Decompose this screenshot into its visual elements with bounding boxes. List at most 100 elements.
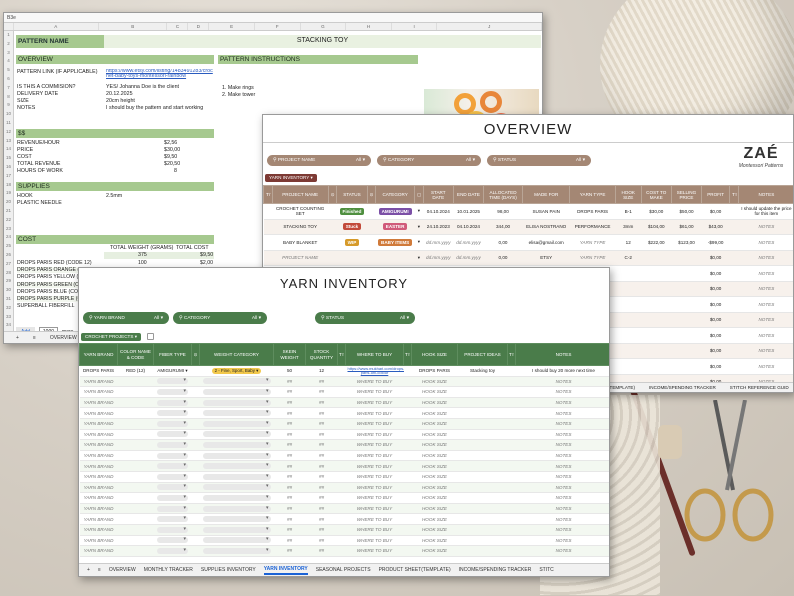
table-row[interactable]: YARN BRAND #### WHERE TO BUY HOOK SIZE NOTES	[79, 535, 609, 547]
weight-category-cell[interactable]	[199, 460, 274, 472]
project-ideas-cell[interactable]	[457, 482, 508, 494]
row-number[interactable]: 4	[4, 57, 13, 66]
col-E[interactable]: E	[209, 23, 255, 30]
cost-cell[interactable]	[641, 250, 672, 266]
row-number[interactable]: 21	[4, 207, 13, 216]
col-C[interactable]: C	[167, 23, 189, 30]
project-ideas-cell[interactable]	[457, 397, 508, 409]
start-date-cell[interactable]: 24.10.2023	[423, 219, 454, 235]
end-date-cell[interactable]: dd.mm.yyyy	[453, 234, 484, 251]
dropdown-control[interactable]	[202, 505, 271, 512]
skein-weight-cell[interactable]: ##	[273, 397, 306, 409]
yarn-brand-cell[interactable]: YARN BRAND	[79, 407, 118, 419]
color-code-cell[interactable]	[117, 439, 154, 451]
column-header[interactable]: PROFIT	[701, 185, 731, 204]
price-cell[interactable]: $123,00	[671, 234, 702, 251]
status-cell[interactable]: Stuck	[336, 219, 368, 235]
dropdown-control[interactable]	[202, 409, 271, 417]
status-cell[interactable]	[336, 250, 368, 266]
notes-cell[interactable]: NOTES	[515, 492, 609, 504]
notes-cell[interactable]: NOTES	[738, 281, 793, 297]
col-A[interactable]: A	[14, 23, 100, 30]
yarn-brand-cell[interactable]: DROPS PARIS	[79, 365, 118, 377]
weight-category-cell[interactable]	[199, 503, 274, 515]
row-number[interactable]: 3	[4, 49, 13, 58]
fiber-type-cell[interactable]	[153, 492, 192, 504]
yarn-brand-cell[interactable]: YARN BRAND	[79, 513, 118, 525]
sheet-tab[interactable]: SUPPLIES INVENTORY	[201, 567, 256, 573]
project-ideas-cell[interactable]	[457, 492, 508, 504]
notes-cell[interactable]: NOTES	[738, 343, 793, 359]
dropdown-control[interactable]	[157, 483, 188, 491]
skein-weight-cell[interactable]: ##	[273, 450, 306, 462]
yarn-brand-cell[interactable]: YARN BRAND	[79, 376, 118, 388]
dropdown-control[interactable]	[157, 515, 188, 523]
sheet-tab[interactable]: SEASONAL PROJECTS	[316, 567, 371, 573]
fiber-type-cell[interactable]	[153, 450, 192, 462]
row-number[interactable]: 2	[4, 40, 13, 49]
start-date-cell[interactable]: dd.mm.yyyy	[423, 234, 454, 251]
filter-project-name[interactable]: ⚲ PROJECT NAME All ▾	[267, 155, 371, 166]
column-header[interactable]: WEIGHT CATEGORY	[199, 343, 274, 366]
project-ideas-cell[interactable]	[457, 524, 508, 536]
hook-size-cell[interactable]: HOOK SIZE	[411, 524, 458, 536]
column-header[interactable]: ▢	[414, 185, 424, 204]
stock-quantity-cell[interactable]: ##	[305, 492, 338, 504]
field-value[interactable]: I should buy the pattern and start worki…	[106, 105, 203, 111]
dropdown-control[interactable]	[202, 536, 271, 544]
where-to-buy-cell[interactable]: WHERE TO BUY	[345, 471, 404, 483]
hook-size-cell[interactable]: HOOK SIZE	[411, 450, 458, 462]
empty-cell[interactable]	[641, 265, 672, 282]
yarn-brand-cell[interactable]: YARN BRAND	[79, 524, 118, 536]
table-row[interactable]: YARN BRAND #### WHERE TO BUY HOOK SIZE NOTES	[79, 524, 609, 536]
stock-quantity-cell[interactable]: 12	[305, 365, 338, 377]
empty-cell[interactable]	[671, 312, 702, 328]
fiber-type-cell[interactable]	[153, 397, 192, 409]
dropdown-control[interactable]	[202, 441, 271, 448]
stock-quantity-cell[interactable]: ##	[305, 376, 338, 388]
skein-weight-cell[interactable]: ##	[273, 407, 306, 419]
column-header[interactable]: NOTES	[737, 185, 793, 204]
dropdown-control[interactable]	[202, 526, 271, 533]
empty-cell[interactable]	[641, 281, 672, 297]
yarn-brand-cell[interactable]: YARN BRAND	[79, 482, 118, 494]
notes-cell[interactable]: NOTES	[515, 397, 609, 409]
fiber-type-cell[interactable]	[153, 471, 192, 483]
weight-category-cell[interactable]	[199, 386, 274, 398]
fiber-type-cell[interactable]	[153, 524, 192, 536]
project-ideas-cell[interactable]	[457, 376, 508, 388]
field-value[interactable]: 20.12.2025	[106, 91, 133, 97]
notes-cell[interactable]: NOTES	[515, 429, 609, 441]
color-code-cell[interactable]	[117, 545, 154, 557]
dropdown-control[interactable]	[157, 473, 188, 480]
column-header[interactable]: END DATE	[452, 185, 485, 204]
table-row[interactable]: YARN BRAND #### WHERE TO BUY HOOK SIZE NOTES	[79, 386, 609, 398]
weight-category-cell[interactable]	[199, 513, 274, 525]
project-ideas-cell[interactable]	[457, 471, 508, 483]
project-ideas-cell[interactable]	[457, 503, 508, 515]
stock-quantity-cell[interactable]: ##	[305, 524, 338, 536]
where-to-buy-cell[interactable]: WHERE TO BUY	[345, 545, 404, 557]
notes-cell[interactable]: I should buy 20 more next time	[515, 365, 609, 377]
column-header[interactable]: STATUS	[336, 185, 368, 204]
made-for-cell[interactable]: ETSY	[522, 250, 570, 266]
notes-cell[interactable]: NOTES	[515, 524, 609, 536]
column-header[interactable]: PROJECT IDEAS	[457, 343, 508, 366]
checkbox-cell[interactable]: ▾	[414, 203, 424, 220]
dropdown-control[interactable]	[202, 420, 271, 427]
yarn-brand-cell[interactable]: YARN BRAND	[79, 418, 118, 430]
row-number[interactable]: 18	[4, 181, 13, 190]
notes-cell[interactable]: NOTES	[515, 376, 609, 388]
hook-size-cell[interactable]: HOOK SIZE	[411, 545, 458, 557]
fiber-type-cell[interactable]	[153, 439, 192, 451]
skein-weight-cell[interactable]: ##	[273, 545, 306, 557]
fiber-type-cell[interactable]	[153, 503, 192, 515]
column-header[interactable]: PROJECT NAME	[271, 185, 329, 204]
fiber-type-cell[interactable]	[153, 386, 192, 398]
table-row[interactable]: YARN BRAND #### WHERE TO BUY HOOK SIZE NOTES	[79, 545, 609, 557]
column-header[interactable]: COST TO MAKE	[640, 185, 672, 204]
sheet-tab[interactable]: PRODUCT SHEET(TEMPLATE)	[379, 567, 451, 573]
skein-weight-cell[interactable]: 50	[273, 365, 306, 377]
weight-category-cell[interactable]	[199, 450, 274, 462]
column-header[interactable]: ALLOCATED TIME (DAYS)	[483, 185, 523, 204]
